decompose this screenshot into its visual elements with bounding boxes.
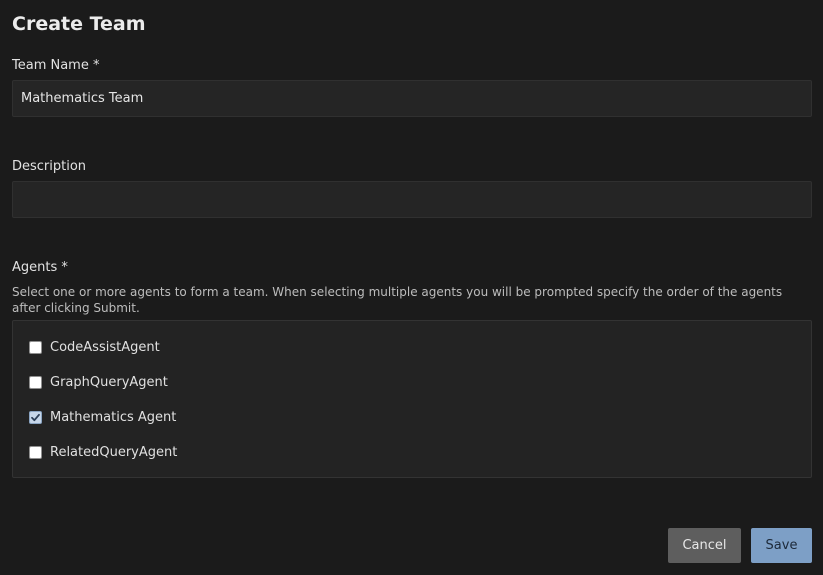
checkmark-icon [31,413,40,421]
team-name-input[interactable] [12,80,812,117]
agent-checkbox[interactable] [29,410,42,424]
save-button[interactable]: Save [751,528,812,563]
dialog-title: Create Team [12,13,146,35]
agent-option-graphqueryagent[interactable]: GraphQueryAgent [29,371,168,393]
agent-label: RelatedQueryAgent [50,444,178,460]
agents-help-text: Select one or more agents to form a team… [12,285,783,315]
agent-checkbox[interactable] [29,340,42,354]
description-label: Description [12,159,87,174]
cancel-button[interactable]: Cancel [668,528,741,563]
create-team-dialog: Create Team Team Name * Description Agen… [0,0,823,575]
agent-label: Mathematics Agent [50,409,177,425]
agents-list: CodeAssistAgent GraphQueryAgent Mathemat… [12,320,812,478]
agent-checkbox[interactable] [29,375,42,389]
agent-option-codeassistagent[interactable]: CodeAssistAgent [29,336,160,358]
team-name-label: Team Name * [12,58,100,73]
agent-option-relatedqueryagent[interactable]: RelatedQueryAgent [29,441,177,463]
description-input[interactable] [12,181,812,218]
agent-label: CodeAssistAgent [50,339,160,355]
agent-label: GraphQueryAgent [50,374,168,390]
agent-option-mathematics-agent[interactable]: Mathematics Agent [29,406,176,428]
agents-label: Agents * [12,260,68,275]
agent-checkbox[interactable] [29,445,42,459]
